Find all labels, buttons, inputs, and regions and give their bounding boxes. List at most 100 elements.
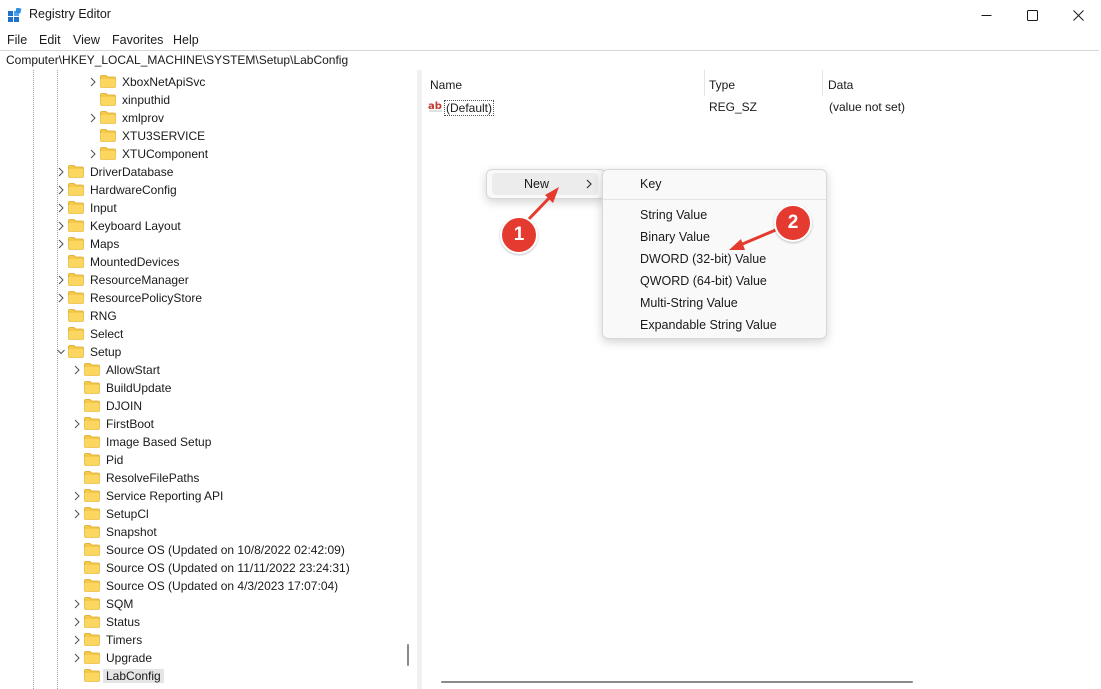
tree-item[interactable]: Input	[0, 199, 399, 217]
tree-item[interactable]: ResolveFilePaths	[0, 469, 399, 487]
submenu-qword-value[interactable]: QWORD (64-bit) Value	[640, 274, 767, 288]
chevron-right-icon[interactable]	[57, 185, 65, 195]
context-menu-new[interactable]: New	[492, 173, 598, 195]
tree-item[interactable]: HardwareConfig	[0, 181, 399, 199]
list-horizontal-scroll-thumb[interactable]	[441, 681, 913, 683]
tree-item-label: SQM	[106, 597, 134, 611]
tree-item-label: Input	[90, 201, 117, 215]
tree-item[interactable]: LabConfig	[0, 667, 399, 685]
chevron-right-icon[interactable]	[73, 509, 81, 519]
submenu-key[interactable]: Key	[640, 177, 662, 191]
new-submenu: Key String Value Binary Value DWORD (32-…	[602, 169, 827, 339]
tree-item[interactable]: DJOIN	[0, 397, 399, 415]
chevron-down-icon[interactable]	[57, 347, 65, 357]
value-row-default[interactable]: ab (Default) REG_SZ (value not set)	[422, 97, 1101, 116]
tree-item[interactable]: Source OS (Updated on 10/8/2022 02:42:09…	[0, 541, 399, 559]
column-name-label: Name	[430, 78, 463, 92]
tree-item[interactable]: Source OS (Updated on 11/11/2022 23:24:3…	[0, 559, 399, 577]
tree-item[interactable]: Image Based Setup	[0, 433, 399, 451]
folder-icon	[84, 399, 100, 412]
tree-item-label: RNG	[90, 309, 117, 323]
tree-item-label: ResourcePolicyStore	[90, 291, 203, 305]
tree-item[interactable]: Setup	[0, 343, 399, 361]
chevron-right-icon[interactable]	[73, 419, 81, 429]
tree-scroll-thumb[interactable]	[407, 644, 409, 666]
tree-item[interactable]: DriverDatabase	[0, 163, 399, 181]
column-header-type[interactable]: Type	[701, 70, 821, 96]
tree-item[interactable]: XTU3SERVICE	[0, 127, 399, 145]
menu-file[interactable]: File	[7, 33, 27, 47]
tree-item[interactable]: RNG	[0, 307, 399, 325]
tree-item[interactable]: Maps	[0, 235, 399, 253]
tree-item[interactable]: ResourceManager	[0, 271, 399, 289]
folder-icon	[84, 435, 100, 448]
tree-item-label: DJOIN	[106, 399, 142, 413]
tree-item[interactable]: Timers	[0, 631, 399, 649]
folder-icon	[84, 669, 100, 682]
submenu-string-value[interactable]: String Value	[640, 208, 707, 222]
column-header-data[interactable]: Data	[820, 70, 1100, 96]
chevron-right-icon[interactable]	[89, 113, 97, 123]
value-name: (Default)	[444, 100, 495, 116]
tree-item[interactable]: XboxNetApiSvc	[0, 73, 399, 91]
chevron-right-icon[interactable]	[57, 239, 65, 249]
chevron-right-icon[interactable]	[57, 275, 65, 285]
tree-item-label: FirstBoot	[106, 417, 155, 431]
tree-item[interactable]: XTUComponent	[0, 145, 399, 163]
folder-icon	[68, 309, 84, 322]
chevron-right-icon[interactable]	[73, 365, 81, 375]
close-button[interactable]	[1055, 0, 1101, 30]
tree-item[interactable]: Source OS (Updated on 4/3/2023 17:07:04)	[0, 577, 399, 595]
submenu-multi-string-value[interactable]: Multi-String Value	[640, 296, 738, 310]
chevron-right-icon[interactable]	[57, 221, 65, 231]
column-header-name[interactable]: Name	[422, 70, 704, 96]
tree-item[interactable]: xmlprov	[0, 109, 399, 127]
tree-item[interactable]: AllowStart	[0, 361, 399, 379]
key-tree-pane[interactable]: XboxNetApiSvc xinputhid xmlprov XTU3SERVICE…	[0, 70, 417, 689]
address-bar[interactable]: Computer\HKEY_LOCAL_MACHINE\SYSTEM\Setup…	[0, 50, 1099, 71]
chevron-right-icon[interactable]	[73, 617, 81, 627]
address-path[interactable]: Computer\HKEY_LOCAL_MACHINE\SYSTEM\Setup…	[6, 53, 348, 67]
tree-item[interactable]: Snapshot	[0, 523, 399, 541]
maximize-button[interactable]	[1009, 0, 1055, 30]
tree-item[interactable]: Upgrade	[0, 649, 399, 667]
tree-item[interactable]: Status	[0, 613, 399, 631]
chevron-right-icon[interactable]	[57, 167, 65, 177]
submenu-binary-value[interactable]: Binary Value	[640, 230, 710, 244]
folder-icon	[84, 417, 100, 430]
tree-item[interactable]: FirstBoot	[0, 415, 399, 433]
minimize-button[interactable]	[963, 0, 1009, 30]
chevron-right-icon[interactable]	[73, 491, 81, 501]
menu-view[interactable]: View	[73, 33, 100, 47]
menu-favorites[interactable]: Favorites	[112, 33, 163, 47]
tree-item[interactable]: SQM	[0, 595, 399, 613]
values-list-pane[interactable]: Name Type Data ab (Default) REG_SZ (valu…	[422, 70, 1101, 689]
tree-item[interactable]: SetupCl	[0, 505, 399, 523]
chevron-right-icon[interactable]	[57, 293, 65, 303]
tree-item[interactable]: MountedDevices	[0, 253, 399, 271]
chevron-right-icon[interactable]	[73, 599, 81, 609]
tree-item[interactable]: Service Reporting API	[0, 487, 399, 505]
chevron-right-icon[interactable]	[57, 203, 65, 213]
tree-item[interactable]: xinputhid	[0, 91, 399, 109]
submenu-expandable-string-value[interactable]: Expandable String Value	[640, 318, 777, 332]
tree-item-label: LabConfig	[103, 669, 164, 683]
tree-item-label: Source OS (Updated on 10/8/2022 02:42:09…	[106, 543, 345, 557]
tree-item-label: Keyboard Layout	[90, 219, 181, 233]
chevron-right-icon[interactable]	[73, 653, 81, 663]
chevron-right-icon[interactable]	[89, 77, 97, 87]
chevron-right-icon[interactable]	[73, 635, 81, 645]
tree-item-label: Upgrade	[106, 651, 153, 665]
tree-vertical-scrollbar[interactable]	[401, 70, 417, 689]
folder-icon	[100, 147, 116, 160]
tree-item[interactable]: Keyboard Layout	[0, 217, 399, 235]
folder-icon	[84, 453, 100, 466]
tree-item[interactable]: Pid	[0, 451, 399, 469]
menu-help[interactable]: Help	[173, 33, 199, 47]
submenu-dword-value[interactable]: DWORD (32-bit) Value	[640, 252, 766, 266]
menu-edit[interactable]: Edit	[39, 33, 61, 47]
tree-item[interactable]: Select	[0, 325, 399, 343]
chevron-right-icon[interactable]	[89, 149, 97, 159]
tree-item[interactable]: ResourcePolicyStore	[0, 289, 399, 307]
tree-item[interactable]: BuildUpdate	[0, 379, 399, 397]
